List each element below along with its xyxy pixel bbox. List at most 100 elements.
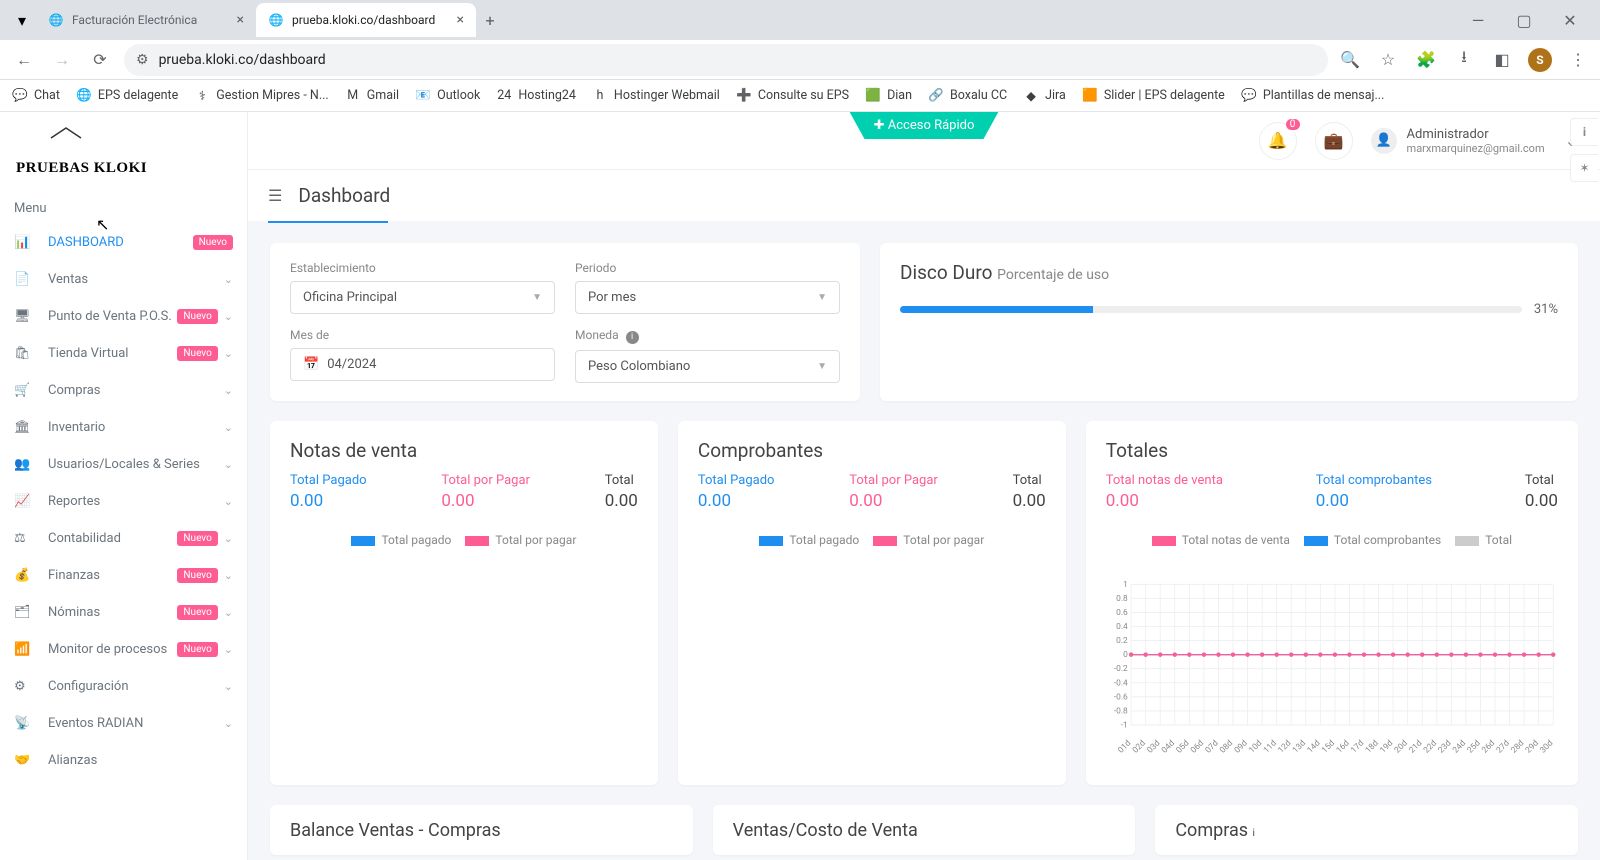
browser-tab[interactable]: 🌐 Facturación Electrónica × (36, 3, 256, 37)
notas-venta-card: Notas de venta Total Pagado 0.00 Total p… (270, 421, 658, 786)
svg-text:0.2: 0.2 (1116, 636, 1128, 646)
moneda-select[interactable]: Peso Colombiano▼ (575, 350, 840, 383)
sidepanel-icon[interactable]: ◧ (1490, 48, 1514, 72)
chevron-down-icon: ⌄ (224, 569, 233, 582)
close-window-button[interactable]: ✕ (1556, 11, 1584, 30)
svg-text:29d: 29d (1523, 738, 1540, 755)
totales-line-chart: 10.80.60.40.20-0.2-0.4-0.6-0.8-101d02d03… (1106, 563, 1558, 767)
sidebar-item-monitor-de-procesos[interactable]: 📶Monitor de procesosNuevo⌄ (0, 631, 247, 668)
total-porpagar-label: Total por Pagar (849, 472, 938, 490)
user-info: Administrador marxmarquinez@gmail.com (1407, 127, 1545, 155)
total-porpagar-value: 0.00 (441, 491, 530, 511)
sidebar-item-configuraci-n[interactable]: ⚙Configuración⌄ (0, 668, 247, 705)
user-email: marxmarquinez@gmail.com (1407, 142, 1545, 155)
bookmark-item[interactable]: ⚕Gestion Mipres - N... (194, 88, 329, 104)
calendar-button[interactable]: 💼 (1315, 122, 1353, 160)
bookmark-item[interactable]: ➕Consulte su EPS (736, 88, 849, 104)
forward-button[interactable]: → (48, 46, 76, 74)
bookmark-item[interactable]: 💬Plantillas de mensaj... (1241, 88, 1385, 104)
bookmark-item[interactable]: 🟩Dian (865, 88, 912, 104)
bookmark-item[interactable]: hHostinger Webmail (592, 88, 720, 104)
bookmark-favicon-icon: ⚕ (194, 88, 210, 104)
info-button[interactable]: i (1570, 118, 1598, 146)
svg-text:0.6: 0.6 (1116, 608, 1128, 618)
svg-text:16d: 16d (1334, 738, 1351, 755)
chevron-down-icon: ⌄ (224, 273, 233, 286)
sidebar-icon: 🛒 (14, 383, 36, 398)
close-icon[interactable]: × (457, 12, 464, 28)
user-menu[interactable]: 👤 Administrador marxmarquinez@gmail.com … (1371, 127, 1578, 155)
svg-text:07d: 07d (1203, 738, 1220, 755)
hamburger-icon[interactable]: ☰ (268, 186, 282, 205)
notifications-button[interactable]: 🔔 0 (1259, 122, 1297, 160)
zoom-icon[interactable]: 🔍 (1338, 48, 1362, 72)
profile-avatar[interactable]: S (1528, 48, 1552, 72)
bookmark-label: Chat (34, 88, 60, 103)
notification-count: 0 (1286, 119, 1300, 130)
bookmark-item[interactable]: 🟧Slider | EPS delagente (1082, 88, 1225, 104)
sidebar-icon: 🗂 (14, 605, 36, 620)
sidebar-item-usuarios-locales-series[interactable]: 👥Usuarios/Locales & Series⌄ (0, 446, 247, 483)
sidebar-item-tienda-virtual[interactable]: 🛍Tienda VirtualNuevo⌄ (0, 335, 247, 372)
bell-icon: 🔔 (1268, 131, 1288, 150)
bookmark-label: Dian (887, 88, 912, 103)
chevron-down-icon: ⌄ (224, 532, 233, 545)
bookmark-item[interactable]: 24Hosting24 (496, 88, 576, 104)
sidebar-item-compras[interactable]: 🛒Compras⌄ (0, 372, 247, 409)
establecimiento-select[interactable]: Oficina Principal▼ (290, 281, 555, 314)
sidebar-item-alianzas[interactable]: 🤝Alianzas (0, 742, 247, 779)
reload-button[interactable]: ⟳ (86, 46, 114, 74)
periodo-select[interactable]: Por mes▼ (575, 281, 840, 314)
maximize-button[interactable]: ▢ (1510, 11, 1538, 30)
new-tab-button[interactable]: + (476, 11, 504, 30)
extensions-icon[interactable]: 🧩 (1414, 48, 1438, 72)
kebab-menu-icon[interactable]: ⋮ (1566, 48, 1590, 72)
site-settings-icon[interactable]: ⚙ (136, 52, 149, 68)
sidebar-item-label: Alianzas (48, 753, 97, 768)
downloads-icon[interactable]: ⭳ (1452, 48, 1476, 72)
main-content: ✚ Acceso Rápido 🔔 0 💼 👤 Administrador ma… (248, 112, 1600, 860)
sidebar-icon: 🛍 (14, 346, 36, 361)
sidebar-item-punto-de-venta-p-o-s-[interactable]: 🖥Punto de Venta P.O.S.Nuevo⌄ (0, 298, 247, 335)
minimize-button[interactable]: ― (1464, 11, 1492, 30)
bookmark-star-icon[interactable]: ☆ (1376, 48, 1400, 72)
svg-text:14d: 14d (1305, 738, 1322, 755)
sidebar-item-eventos-radian[interactable]: 📡Eventos RADIAN⌄ (0, 705, 247, 742)
sidebar-item-finanzas[interactable]: 💰FinanzasNuevo⌄ (0, 557, 247, 594)
quick-access-button[interactable]: ✚ Acceso Rápido (850, 112, 999, 139)
bookmark-label: Outlook (437, 88, 480, 103)
sidebar-item-ventas[interactable]: 📄Ventas⌄ (0, 261, 247, 298)
sidebar-icon: 📡 (14, 716, 36, 731)
legend-swatch-icon (873, 536, 897, 546)
chevron-down-icon: ⌄ (224, 310, 233, 323)
sidebar-item-inventario[interactable]: 🏛Inventario⌄ (0, 409, 247, 446)
back-button[interactable]: ← (10, 46, 38, 74)
bookmark-item[interactable]: 💬Chat (12, 88, 60, 104)
mesde-input[interactable]: 📅 04/2024 (290, 348, 555, 381)
total-label: Total (1013, 472, 1046, 490)
address-bar[interactable]: ⚙ prueba.kloki.co/dashboard (124, 44, 1328, 76)
info-icon[interactable]: i (1253, 828, 1255, 839)
disk-title: Disco Duro Porcentaje de uso (900, 261, 1558, 284)
chevron-down-icon: ⌄ (224, 680, 233, 693)
nuevo-badge: Nuevo (177, 346, 217, 361)
total-porpagar-label: Total por Pagar (441, 472, 530, 490)
sidebar-icon: 💰 (14, 568, 36, 583)
browser-tab-active[interactable]: 🌐 prueba.kloki.co/dashboard × (256, 3, 476, 37)
tabs-dropdown-button[interactable]: ▾ (8, 6, 36, 34)
sidebar-item-label: Configuración (48, 679, 129, 694)
bookmark-item[interactable]: MGmail (345, 88, 399, 104)
bookmark-item[interactable]: ◆Jira (1023, 88, 1066, 104)
bookmark-item[interactable]: 🌐EPS delagente (76, 88, 178, 104)
info-icon[interactable]: i (626, 331, 639, 344)
bookmark-item[interactable]: 📧Outlook (415, 88, 480, 104)
close-icon[interactable]: × (237, 12, 244, 28)
bookmark-item[interactable]: 🔗Boxalu CC (928, 88, 1007, 104)
sidebar-item-n-minas[interactable]: 🗂NóminasNuevo⌄ (0, 594, 247, 631)
legend-swatch-icon (465, 536, 489, 546)
sidebar-item-contabilidad[interactable]: ⚖ContabilidadNuevo⌄ (0, 520, 247, 557)
sidebar-item-dashboard[interactable]: 📊DASHBOARDNuevo (0, 224, 247, 261)
app-topbar: ✚ Acceso Rápido 🔔 0 💼 👤 Administrador ma… (248, 112, 1600, 170)
settings-util-button[interactable]: ✶ (1570, 154, 1598, 182)
sidebar-item-reportes[interactable]: 📈Reportes⌄ (0, 483, 247, 520)
